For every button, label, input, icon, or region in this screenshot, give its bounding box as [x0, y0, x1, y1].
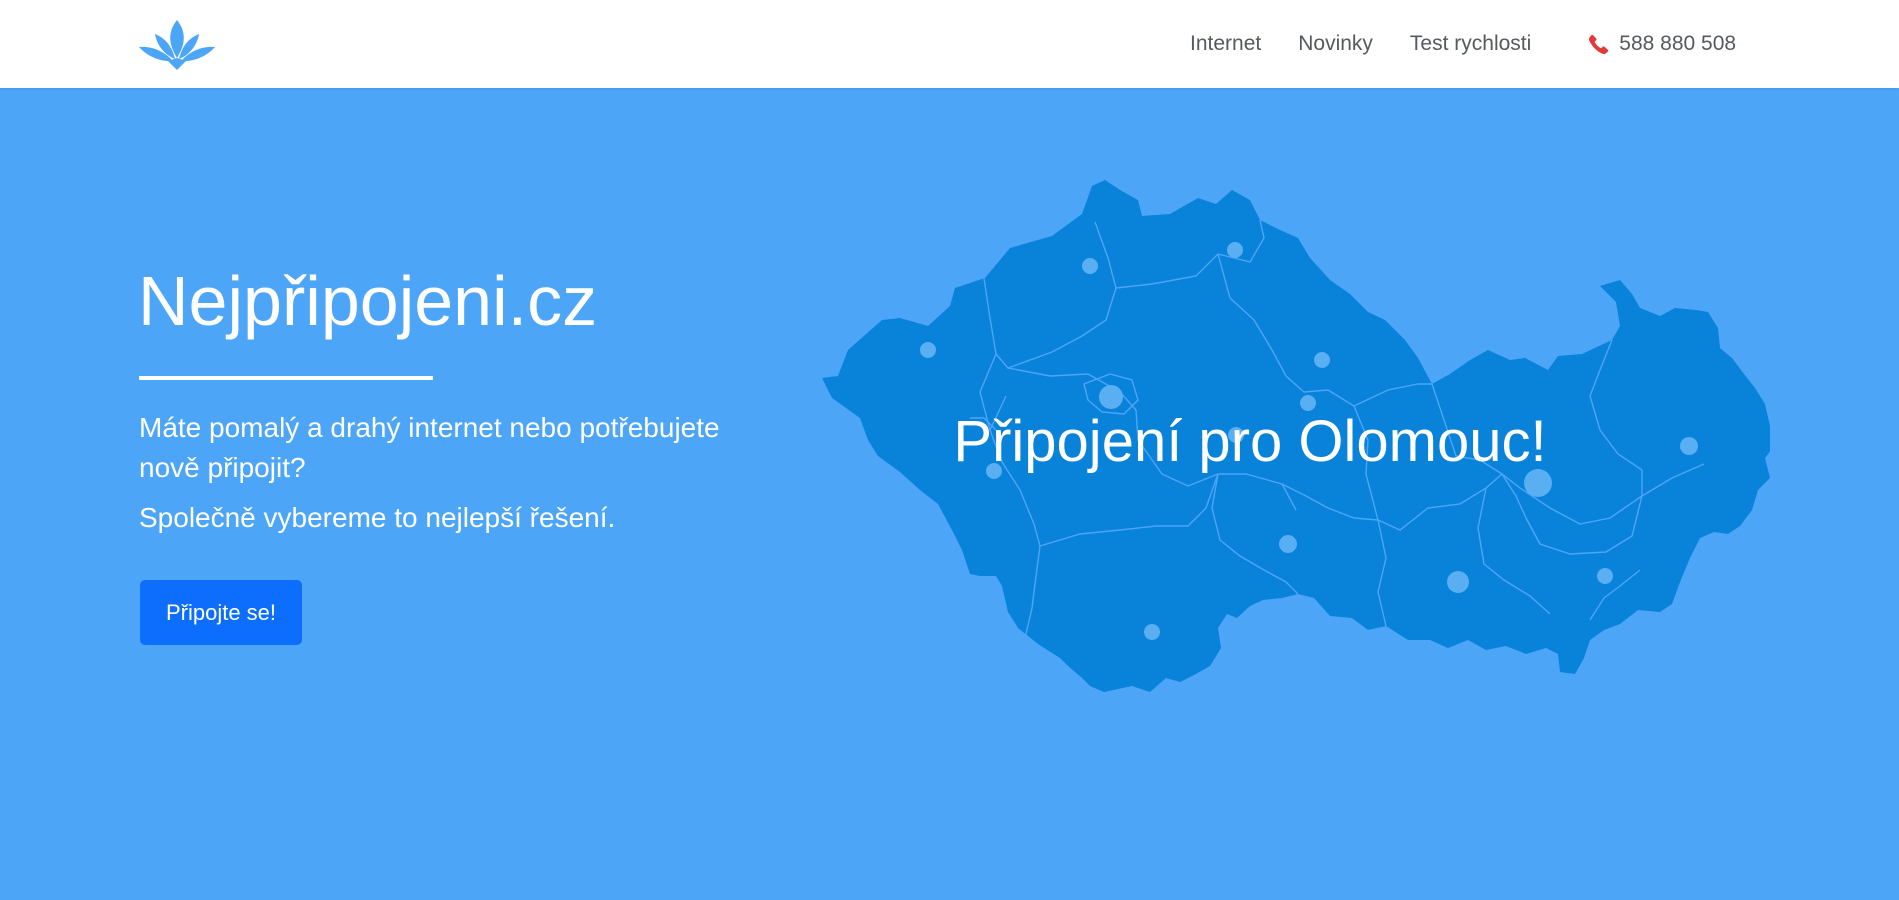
phone-number: 588 880 508 — [1619, 32, 1737, 55]
phone-icon — [1589, 34, 1609, 54]
map-caption: Připojení pro Olomouc! — [953, 409, 1547, 474]
main-nav: Internet Novinky Test rychlosti 588 880 … — [1190, 0, 1736, 88]
hero-subtext: Společně vybereme to nejlepší řešení. — [139, 502, 616, 533]
hero-description: Máte pomalý a drahý internet nebo potřeb… — [139, 412, 720, 483]
nav-speed-test-link[interactable]: Test rychlosti — [1410, 32, 1531, 56]
nav-internet-link[interactable]: Internet — [1190, 32, 1261, 56]
nav-news-link[interactable]: Novinky — [1298, 32, 1373, 56]
hero-section: Nejpřipojeni.cz Máte pomalý a drahý inte… — [0, 88, 1899, 900]
top-navbar: Internet Novinky Test rychlosti 588 880 … — [0, 0, 1899, 88]
phone-link[interactable]: 588 880 508 — [1589, 32, 1736, 56]
lotus-logo-icon[interactable] — [138, 18, 216, 70]
title-divider — [139, 376, 433, 380]
connect-button[interactable]: Připojte se! — [140, 580, 302, 645]
hero-title: Nejpřipojeni.cz — [138, 262, 598, 340]
